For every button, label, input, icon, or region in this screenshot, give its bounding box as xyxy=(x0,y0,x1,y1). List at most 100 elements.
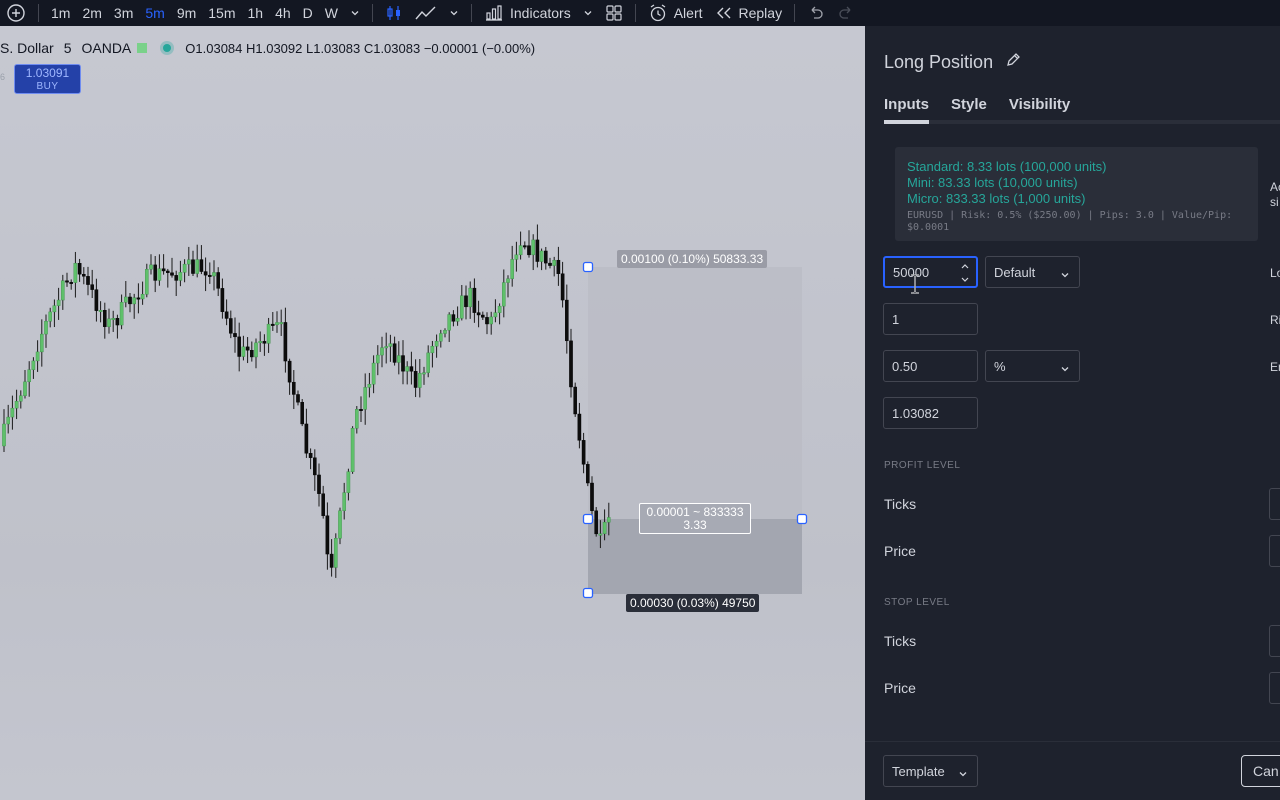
dialog-title-text: Long Position xyxy=(884,52,994,72)
candle-body xyxy=(472,287,477,313)
candle-body xyxy=(371,362,376,385)
profit-level-heading: PROFIT LEVEL xyxy=(884,460,961,471)
dialog-footer-divider xyxy=(865,741,1280,742)
candle-body xyxy=(329,553,334,568)
candle-body xyxy=(418,373,422,388)
info-standard-lots: Standard: 8.33 lots (100,000 units) xyxy=(907,159,1107,174)
candles-chart-type-icon[interactable] xyxy=(379,0,409,26)
indicators-dropdown-icon[interactable] xyxy=(577,0,599,26)
symbol-name[interactable]: S. Dollar xyxy=(0,40,54,56)
interval-4h[interactable]: 4h xyxy=(269,0,297,26)
candle-body xyxy=(359,409,363,411)
template-dropdown[interactable]: Template xyxy=(883,755,978,787)
candle-body xyxy=(140,294,145,300)
candle-body xyxy=(61,280,65,301)
entry-label-line2: 3.33 xyxy=(683,518,707,532)
redo-icon[interactable] xyxy=(831,0,861,26)
alert-button[interactable]: Alert xyxy=(674,0,709,26)
candle-body xyxy=(569,340,573,388)
candle-body xyxy=(346,471,351,493)
line-chart-type-icon[interactable] xyxy=(409,0,443,26)
profit-ticks-input[interactable] xyxy=(1269,488,1280,520)
candle-body xyxy=(10,407,15,418)
candle-body xyxy=(577,413,582,441)
tab-inputs[interactable]: Inputs xyxy=(884,96,929,113)
account-size-stepper[interactable] xyxy=(960,262,970,284)
interval-3m[interactable]: 3m xyxy=(108,0,139,26)
symbol-exchange[interactable]: OANDA xyxy=(81,40,131,56)
entry-price-input[interactable]: 1.03082 xyxy=(883,397,978,429)
symbol-status-square xyxy=(137,43,148,53)
interval-5m[interactable]: 5m xyxy=(139,0,170,26)
candle-body xyxy=(460,295,464,319)
pencil-icon[interactable] xyxy=(1005,52,1021,73)
interval-dropdown-icon[interactable] xyxy=(344,0,366,26)
cancel-button[interactable]: Can xyxy=(1241,755,1280,787)
candle-body xyxy=(304,423,309,454)
interval-1m[interactable]: 1m xyxy=(45,0,76,26)
stop-level-heading: STOP LEVEL xyxy=(884,597,950,608)
candle-body xyxy=(94,289,99,311)
tab-visibility[interactable]: Visibility xyxy=(1009,96,1070,113)
candle-body xyxy=(157,268,162,281)
replay-rewind-icon[interactable] xyxy=(709,0,739,26)
lot-size-input[interactable]: 1 xyxy=(883,303,978,335)
risk-unit-select[interactable]: % xyxy=(985,350,1080,382)
text-cursor-icon xyxy=(909,274,921,299)
candle-body xyxy=(27,369,32,383)
toolbar-divider xyxy=(794,4,796,22)
candle-body xyxy=(510,259,515,279)
interval-9m[interactable]: 9m xyxy=(171,0,202,26)
risk-input[interactable]: 0.50 xyxy=(883,350,978,382)
candle-body xyxy=(560,273,565,301)
candle-body xyxy=(178,272,183,281)
candle-body xyxy=(376,354,380,364)
interval-15m[interactable]: 15m xyxy=(202,0,241,26)
candle-body xyxy=(334,538,338,568)
candle-body xyxy=(384,346,389,349)
chart-type-dropdown-icon[interactable] xyxy=(443,0,465,26)
layouts-grid-icon[interactable] xyxy=(599,0,629,26)
candle-body xyxy=(607,517,611,523)
account-currency-select[interactable]: Default xyxy=(985,256,1080,288)
undo-icon[interactable] xyxy=(801,0,831,26)
stop-ticks-label: Ticks xyxy=(884,633,917,649)
interval-w[interactable]: W xyxy=(319,0,344,26)
risk-value: 0.50 xyxy=(892,358,918,374)
candle-body xyxy=(233,333,237,338)
candle-body xyxy=(86,276,90,285)
candle-body xyxy=(321,493,326,516)
info-meta-line2: $0.0001 xyxy=(907,222,950,233)
interval-1h[interactable]: 1h xyxy=(242,0,270,26)
lot-size-value: 1 xyxy=(892,311,900,327)
interval-2m[interactable]: 2m xyxy=(76,0,107,26)
candle-body xyxy=(224,311,229,319)
candle-body xyxy=(153,264,158,281)
stop-price-input[interactable] xyxy=(1269,672,1280,704)
candle-body xyxy=(262,341,267,344)
indicators-button[interactable]: Indicators xyxy=(510,0,577,26)
buy-button[interactable]: 1.03091 BUY xyxy=(14,64,81,94)
symbol-interval[interactable]: 5 xyxy=(64,40,72,56)
interval-d[interactable]: D xyxy=(297,0,319,26)
position-resize-handle xyxy=(582,513,594,525)
candle-body xyxy=(115,318,120,326)
stop-price-label: Price xyxy=(884,680,916,696)
account-size-input[interactable]: 50000 xyxy=(883,256,978,288)
candle-body xyxy=(2,423,6,447)
stop-ticks-input[interactable]: 3 xyxy=(1269,625,1280,657)
tab-style[interactable]: Style xyxy=(951,96,987,113)
indicators-icon[interactable] xyxy=(478,0,510,26)
chevron-down-icon xyxy=(958,767,968,782)
candle-body xyxy=(325,515,330,555)
candle-body xyxy=(220,288,225,312)
candle-body xyxy=(443,330,447,334)
price-chart[interactable]: S. Dollar 5 OANDA O1.03084 H1.03092 L1.0… xyxy=(0,26,865,800)
position-resize-handle xyxy=(796,513,808,525)
profit-price-input[interactable] xyxy=(1269,535,1280,567)
add-symbol-icon[interactable] xyxy=(0,0,32,26)
candle-body xyxy=(241,346,246,357)
candle-body xyxy=(90,284,94,290)
alarm-clock-icon[interactable] xyxy=(642,0,674,26)
replay-button[interactable]: Replay xyxy=(739,0,789,26)
